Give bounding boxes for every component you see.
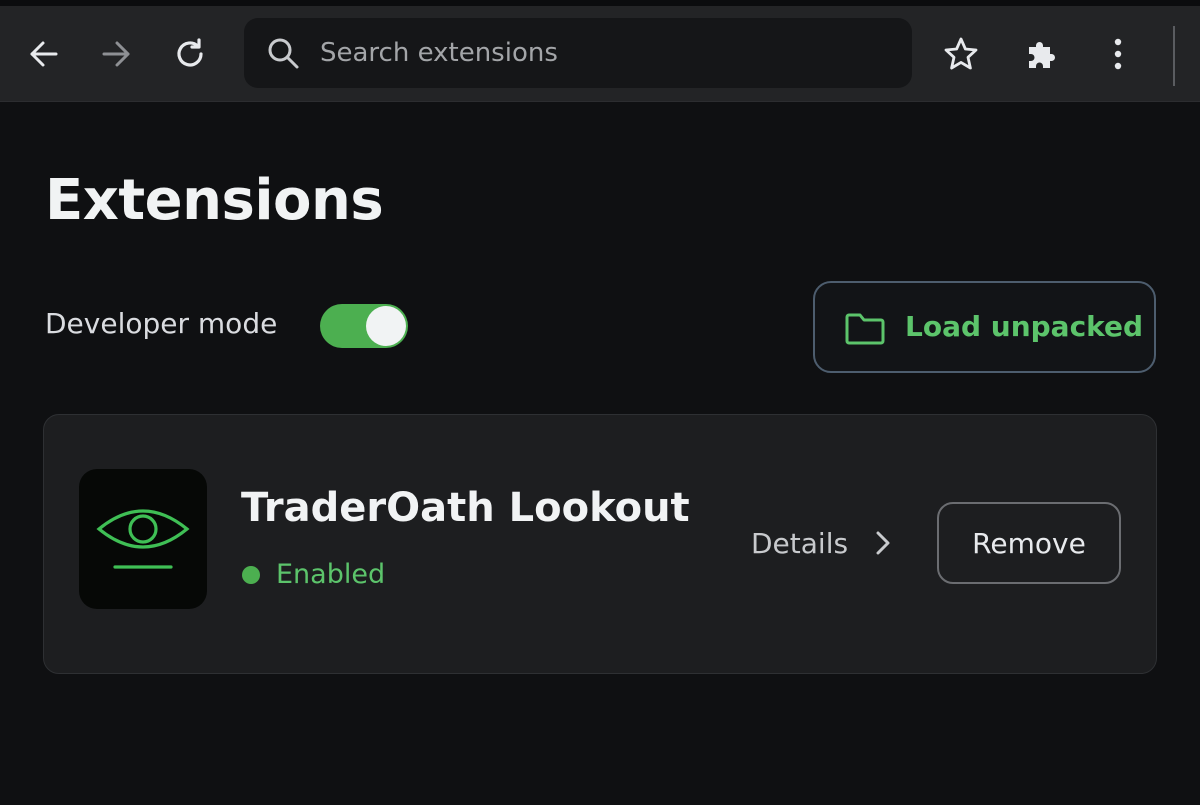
page-title: Extensions (45, 168, 384, 233)
extension-name: TraderOath Lookout (241, 485, 690, 531)
folder-icon (843, 307, 887, 351)
load-unpacked-button[interactable]: Load unpacked (813, 281, 1156, 373)
arrow-left-icon (30, 41, 58, 67)
puzzle-icon (1029, 42, 1055, 68)
forward-button[interactable] (92, 30, 140, 78)
eye-icon (96, 509, 190, 569)
details-label: Details (751, 526, 849, 560)
details-link[interactable]: Details (751, 523, 896, 563)
arrow-right-icon (102, 41, 130, 67)
load-unpacked-label: Load unpacked (905, 310, 1144, 343)
toggle-knob (366, 306, 406, 346)
menu-button[interactable] (1094, 30, 1142, 78)
extension-logo (79, 469, 207, 609)
status-text: Enabled (276, 559, 386, 590)
developer-mode-toggle[interactable] (320, 304, 408, 348)
extension-card: TraderOath Lookout Enabled Details Remov… (43, 414, 1157, 674)
more-vertical-icon (1114, 38, 1122, 70)
search-input[interactable] (320, 32, 880, 74)
extensions-button[interactable] (1017, 30, 1065, 78)
star-icon (944, 37, 978, 70)
reload-button[interactable] (166, 30, 214, 78)
remove-label: Remove (972, 526, 1086, 560)
toolbar-divider (1173, 26, 1175, 86)
reload-icon (177, 38, 203, 67)
chevron-right-icon (870, 528, 896, 558)
back-button[interactable] (20, 30, 68, 78)
browser-toolbar (0, 6, 1200, 102)
extension-status: Enabled (242, 559, 385, 590)
status-dot (242, 565, 260, 584)
search-box[interactable] (244, 18, 912, 88)
search-icon (266, 36, 300, 70)
remove-button[interactable]: Remove (937, 502, 1121, 584)
developer-mode-label: Developer mode (45, 307, 278, 340)
bookmark-button[interactable] (937, 30, 985, 78)
